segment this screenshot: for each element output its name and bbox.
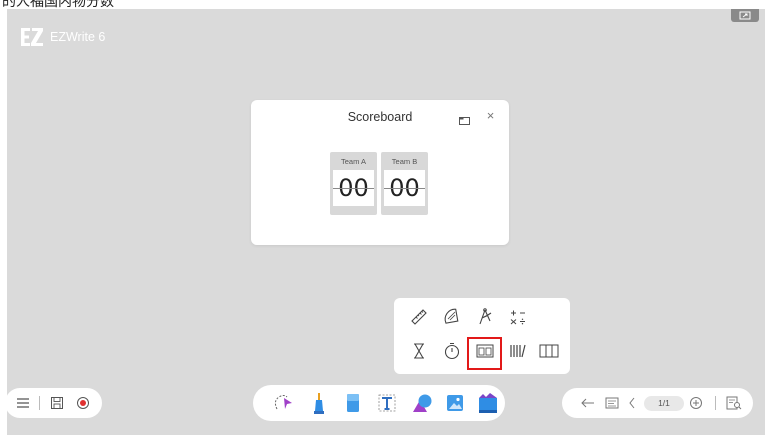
add-page-icon[interactable] — [689, 396, 703, 410]
text-icon[interactable] — [375, 391, 399, 415]
scoreboard-window[interactable]: Scoreboard × Team A 00 Team B 00 — [251, 100, 509, 245]
team-a-card: Team A 00 — [330, 152, 377, 215]
team-a-score[interactable]: 00 — [333, 170, 374, 206]
screen-icon — [739, 11, 751, 20]
team-a-name: Team A — [340, 157, 366, 166]
page-preview-icon[interactable] — [726, 396, 742, 410]
pen-icon[interactable] — [307, 391, 331, 415]
eraser-icon[interactable] — [341, 391, 365, 415]
toolbar-divider — [715, 396, 716, 410]
compass-icon[interactable] — [474, 306, 496, 328]
left-toolbar — [5, 388, 102, 418]
highlight-box — [467, 337, 502, 370]
scoreboard-title: Scoreboard — [347, 110, 413, 124]
record-icon[interactable] — [75, 395, 91, 411]
page-indicator[interactable]: 1/1 — [644, 396, 684, 411]
right-toolbar: 1/1 — [562, 388, 753, 418]
calculator-icon[interactable] — [507, 306, 529, 328]
display-mode-button[interactable] — [731, 9, 759, 22]
save-icon[interactable] — [49, 395, 65, 411]
tools-icon[interactable] — [475, 390, 501, 416]
shape-icon[interactable] — [409, 391, 435, 415]
team-b-name: Team B — [391, 157, 418, 166]
undo-icon[interactable] — [580, 396, 596, 410]
abacus-icon[interactable] — [507, 340, 529, 362]
menu-icon[interactable] — [15, 395, 31, 411]
main-toolbar — [253, 385, 505, 421]
toolbar-divider — [39, 396, 40, 410]
app-logo: EZWrite 6 — [20, 26, 105, 48]
page-list-icon[interactable] — [604, 396, 620, 410]
top-caption: 的人福国内物分数 — [2, 0, 114, 9]
table-icon[interactable] — [538, 340, 560, 362]
team-b-score[interactable]: 00 — [384, 170, 425, 206]
prev-page-icon[interactable] — [626, 396, 638, 410]
select-icon[interactable] — [271, 391, 295, 415]
hourglass-icon[interactable] — [408, 340, 430, 362]
maximize-icon[interactable] — [459, 112, 470, 125]
protractor-icon[interactable] — [441, 306, 463, 328]
stopwatch-icon[interactable] — [441, 340, 463, 362]
image-icon[interactable] — [443, 391, 467, 415]
close-icon[interactable]: × — [485, 109, 496, 122]
app-name: EZWrite 6 — [50, 30, 106, 44]
team-b-card: Team B 00 — [381, 152, 428, 215]
ruler-icon[interactable] — [408, 306, 430, 328]
ez-logo-icon — [20, 26, 44, 48]
